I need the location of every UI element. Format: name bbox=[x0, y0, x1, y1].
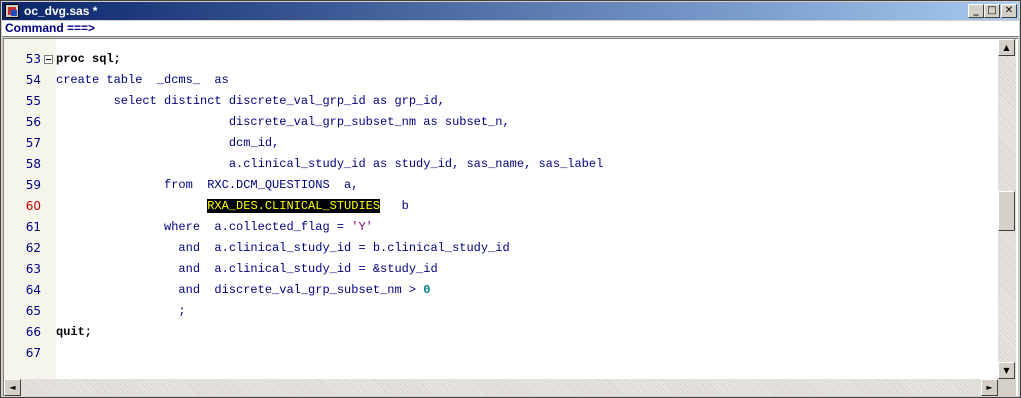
code-line[interactable]: select distinct discrete_val_grp_id as g… bbox=[56, 91, 445, 112]
code-line[interactable]: and a.clinical_study_id = &study_id bbox=[56, 259, 438, 280]
vertical-scroll-thumb[interactable] bbox=[998, 191, 1015, 231]
line-number: 58 bbox=[25, 157, 41, 171]
command-input[interactable] bbox=[90, 21, 990, 36]
line-number: 64 bbox=[25, 283, 41, 297]
line-number: 56 bbox=[25, 115, 41, 129]
line-number: 61 bbox=[25, 220, 41, 234]
code-line[interactable]: create table _dcms_ as bbox=[56, 70, 229, 91]
code-line[interactable]: and discrete_val_grp_subset_nm > 0 bbox=[56, 280, 430, 301]
code-token: create table _dcms_ as bbox=[56, 73, 229, 87]
scroll-up-button[interactable]: ▲ bbox=[998, 39, 1015, 56]
line-number: 55 bbox=[25, 94, 41, 108]
window-title: oc_dvg.sas * bbox=[24, 4, 98, 18]
selected-text: RXA_DES.CLINICAL_STUDIES bbox=[207, 199, 381, 213]
code-token: and discrete_val_grp_subset_nm > bbox=[56, 283, 424, 297]
line-number: 54 bbox=[25, 73, 41, 87]
line-number-gutter: 53 54 55 56 57 58 59 60 61 62 63 64 65 66 67 bbox=[4, 39, 56, 379]
code-token: b bbox=[380, 199, 409, 213]
line-number: 66 bbox=[25, 325, 41, 339]
command-label: Command ===> bbox=[5, 21, 96, 35]
scroll-right-button[interactable]: ► bbox=[981, 379, 998, 396]
scroll-down-button[interactable]: ▼ bbox=[998, 362, 1015, 379]
code-token: 'Y' bbox=[351, 220, 373, 234]
resize-grip[interactable] bbox=[998, 379, 1016, 396]
code-line[interactable]: RXA_DES.CLINICAL_STUDIES b bbox=[56, 196, 409, 217]
line-number: 63 bbox=[25, 262, 41, 276]
sas-editor-window: oc_dvg.sas * _ □ ✕ Command ===> 53 54 55 56… bbox=[0, 0, 1021, 398]
code-token: dcm_id, bbox=[56, 136, 280, 150]
code-line[interactable]: dcm_id, bbox=[56, 133, 279, 154]
minimize-button[interactable]: _ bbox=[968, 4, 984, 18]
code-line[interactable]: where a.collected_flag = 'Y' bbox=[56, 217, 373, 238]
code-area[interactable]: proc sql; create table _dcms_ as select d… bbox=[56, 39, 998, 379]
code-line[interactable]: quit; bbox=[56, 322, 92, 343]
vertical-scrollbar[interactable]: ▲ ▼ bbox=[998, 39, 1016, 379]
code-token: 0 bbox=[423, 283, 431, 297]
line-number: 67 bbox=[25, 346, 41, 360]
code-editor[interactable]: 53 54 55 56 57 58 59 60 61 62 63 64 65 66 67 proc sql;… bbox=[3, 38, 1018, 396]
code-line[interactable]: ; bbox=[56, 301, 186, 322]
code-token: quit; bbox=[56, 325, 93, 339]
collapse-fold-icon[interactable] bbox=[44, 55, 53, 64]
command-bar: Command ===> bbox=[2, 21, 1019, 37]
code-token: and a.clinical_study_id = b.clinical_stu… bbox=[56, 241, 510, 255]
code-token: where a.collected_flag = bbox=[56, 220, 352, 234]
code-line[interactable]: from RXC.DCM_QUESTIONS a, bbox=[56, 175, 358, 196]
close-button[interactable]: ✕ bbox=[1001, 4, 1017, 18]
line-number: 59 bbox=[25, 178, 41, 192]
line-number: 60 bbox=[25, 199, 41, 213]
code-line[interactable]: and a.clinical_study_id = b.clinical_stu… bbox=[56, 238, 510, 259]
code-line[interactable]: proc sql; bbox=[56, 49, 121, 70]
line-number: 65 bbox=[25, 304, 41, 318]
code-token: ; bbox=[56, 304, 186, 318]
sas-program-icon[interactable] bbox=[5, 4, 19, 18]
code-token: discrete_val_grp_subset_nm as subset_n, bbox=[56, 115, 510, 129]
code-token: select distinct discrete_val_grp_id as g… bbox=[56, 94, 445, 108]
code-token: proc sql; bbox=[56, 52, 121, 66]
code-token: from RXC.DCM_QUESTIONS a, bbox=[56, 178, 359, 192]
code-token: and a.clinical_study_id = &study_id bbox=[56, 262, 438, 276]
title-bar[interactable]: oc_dvg.sas * _ □ ✕ bbox=[2, 2, 1019, 20]
code-line[interactable]: a.clinical_study_id as study_id, sas_nam… bbox=[56, 154, 603, 175]
line-number: 62 bbox=[25, 241, 41, 255]
maximize-button[interactable]: □ bbox=[984, 4, 1000, 18]
line-number: 57 bbox=[25, 136, 41, 150]
code-line[interactable]: discrete_val_grp_subset_nm as subset_n, bbox=[56, 112, 510, 133]
code-token: a.clinical_study_id as study_id, sas_nam… bbox=[56, 157, 604, 171]
horizontal-scrollbar[interactable]: ◄ ► bbox=[4, 379, 998, 396]
scroll-left-button[interactable]: ◄ bbox=[4, 379, 21, 396]
line-number: 53 bbox=[25, 52, 41, 66]
